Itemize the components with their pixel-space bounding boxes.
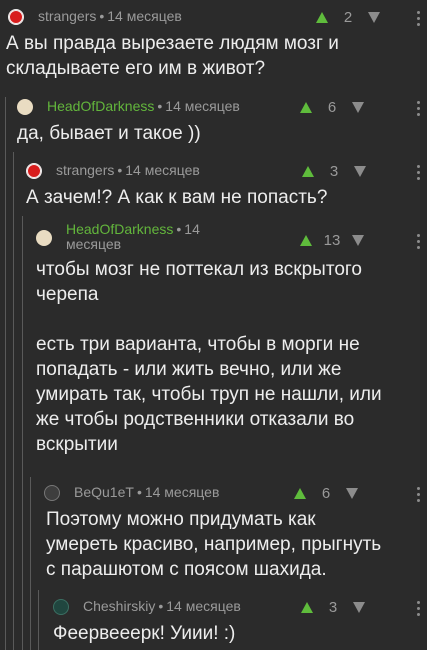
separator: • (99, 8, 105, 24)
score: 6 (321, 485, 331, 502)
upvote-icon[interactable] (316, 12, 328, 23)
more-options-icon[interactable] (416, 101, 420, 119)
upvote-icon[interactable] (300, 102, 312, 113)
comment-time: 14 месяцев (166, 598, 241, 614)
separator: • (157, 98, 163, 114)
vote-area: 3 (302, 163, 366, 180)
comment-time-line1: 14 (184, 221, 200, 237)
upvote-icon[interactable] (301, 602, 313, 613)
avatar[interactable] (44, 485, 60, 501)
author-name[interactable]: strangers (56, 162, 114, 178)
comment-text: Феервееерк! Уиии! :) (53, 623, 236, 644)
avatar[interactable] (17, 99, 33, 115)
comment-text: Поэтому можно придумать как умереть крас… (46, 509, 382, 580)
comment-header: Cheshirskiy • 14 месяцев 3 (53, 597, 427, 621)
thread-line-4 (30, 477, 31, 650)
vote-area: 13 (300, 232, 364, 249)
comment-text: А зачем!? А как к вам не попасть? (26, 187, 328, 208)
comment-meta: strangers • 14 месяцев (38, 8, 182, 25)
author-name[interactable]: BeQu1eT (74, 484, 134, 500)
avatar[interactable] (8, 9, 24, 25)
avatar[interactable] (36, 230, 52, 246)
comment-time-line2: месяцев (66, 236, 122, 252)
downvote-icon[interactable] (352, 235, 364, 246)
comment: HeadOfDarkness • 14 месяцев 13 чтобы мозг … (36, 221, 427, 457)
separator: • (176, 221, 182, 237)
separator: • (136, 484, 142, 500)
thread-line-1 (5, 97, 6, 650)
comment-header: strangers • 14 месяцев 2 (8, 7, 427, 31)
comment-time: 14 месяцев (144, 484, 220, 500)
comment: BeQu1eT • 14 месяцев 6 Поэтому можно приду… (44, 483, 427, 582)
comment-meta: HeadOfDarkness • 14 месяцев (47, 98, 240, 115)
avatar[interactable] (53, 599, 69, 615)
downvote-icon[interactable] (368, 12, 380, 23)
comment: strangers • 14 месяцев 3 А зачем!? А как к… (26, 161, 427, 210)
comment-meta: BeQu1eT • 14 месяцев (74, 484, 219, 501)
comment-header: HeadOfDarkness • 14 месяцев 6 (17, 97, 427, 121)
comment-meta: Cheshirskiy • 14 месяцев (83, 598, 241, 615)
comment-meta: strangers • 14 месяцев (56, 162, 200, 179)
comment-time: 14 месяцев (165, 98, 240, 114)
comment: HeadOfDarkness • 14 месяцев 6 да, бывает и… (17, 97, 427, 146)
downvote-icon[interactable] (352, 102, 364, 113)
thread-line-3 (22, 216, 23, 650)
comment-time: 14 месяцев (125, 162, 200, 178)
downvote-icon[interactable] (354, 166, 366, 177)
author-name[interactable]: HeadOfDarkness (47, 98, 154, 114)
upvote-icon[interactable] (302, 166, 314, 177)
author-name[interactable]: Cheshirskiy (83, 598, 155, 614)
vote-area: 6 (294, 485, 358, 502)
vote-area: 6 (300, 99, 364, 116)
comment-text: да, бывает и такое )) (17, 123, 201, 144)
comment-header: strangers • 14 месяцев 3 (26, 161, 427, 185)
vote-area: 2 (316, 9, 380, 26)
upvote-icon[interactable] (294, 488, 306, 499)
comment-time: 14 месяцев (107, 8, 182, 24)
more-options-icon[interactable] (416, 487, 420, 505)
comment-header: HeadOfDarkness • 14 месяцев 13 (36, 221, 427, 257)
score: 6 (327, 99, 337, 116)
downvote-icon[interactable] (353, 602, 365, 613)
comment: strangers • 14 месяцев 2 А вы правда вырез… (6, 7, 427, 81)
author-name[interactable]: HeadOfDarkness (66, 221, 173, 237)
more-options-icon[interactable] (416, 11, 420, 29)
separator: • (158, 598, 164, 614)
more-options-icon[interactable] (416, 165, 420, 183)
comment-meta: HeadOfDarkness • 14 месяцев (66, 222, 200, 252)
author-name[interactable]: strangers (38, 8, 96, 24)
separator: • (117, 162, 123, 178)
more-options-icon[interactable] (416, 234, 420, 252)
score: 3 (329, 163, 339, 180)
upvote-icon[interactable] (300, 235, 312, 246)
thread-line-2 (13, 152, 14, 650)
score: 2 (343, 9, 353, 26)
score: 13 (323, 232, 341, 249)
thread-line-5 (38, 590, 39, 650)
avatar[interactable] (26, 163, 42, 179)
vote-area: 3 (301, 599, 365, 616)
more-options-icon[interactable] (416, 601, 420, 619)
downvote-icon[interactable] (346, 488, 358, 499)
comment-text: А вы правда вырезаете людям мозг и склад… (6, 33, 339, 79)
comment: Cheshirskiy • 14 месяцев 3 Феервееерк! Уии… (53, 597, 427, 646)
score: 3 (328, 599, 338, 616)
comment-text: чтобы мозг не поттекал из вскрытого чере… (36, 259, 382, 455)
comment-header: BeQu1eT • 14 месяцев 6 (44, 483, 427, 507)
